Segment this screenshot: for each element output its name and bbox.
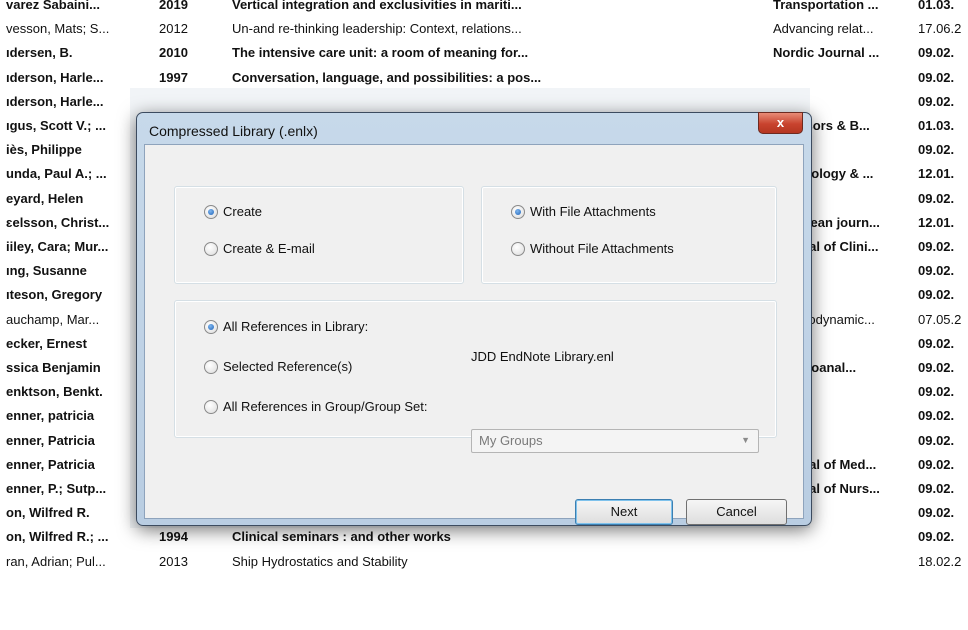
title-cell: Vertical integration and exclusivities i…: [232, 0, 522, 12]
radio-icon: [204, 400, 218, 414]
title-cell: Clinical seminars : and other works: [232, 529, 451, 545]
dialog-title: Compressed Library (.enlx): [149, 123, 318, 139]
date-cell: 09.02.: [918, 263, 955, 279]
chevron-down-icon: ▼: [741, 435, 750, 445]
table-row[interactable]: vesson, Mats; S... 2012 Un-and re-thinking…: [0, 17, 968, 41]
date-cell: 09.02.: [918, 408, 955, 424]
year-cell: 1997: [159, 69, 188, 85]
selected-references-label: Selected Reference(s): [223, 359, 353, 374]
radio-icon: [204, 360, 218, 374]
date-cell: 09.02.: [918, 69, 955, 85]
library-name: JDD EndNote Library.enl: [471, 349, 614, 364]
next-button[interactable]: Next: [575, 499, 673, 525]
date-cell: 18.02.2: [918, 553, 962, 569]
date-cell: 09.02.: [918, 432, 955, 448]
with-attachments-label: With File Attachments: [530, 204, 656, 219]
radio-selected-icon: [204, 320, 218, 334]
date-cell: 01.03.: [918, 0, 955, 12]
title-cell: Ship Hydrostatics and Stability: [232, 553, 408, 569]
date-cell: 17.06.2: [918, 21, 962, 37]
table-row[interactable]: ran, Adrian; Pul... 2013 Ship Hydrostatics…: [0, 550, 968, 574]
date-cell: 09.02.: [918, 239, 955, 254]
date-cell: 09.02.: [918, 287, 955, 303]
dialog-body: Create Create & E-mail With File Attachm…: [144, 144, 804, 525]
author-cell: ran, Adrian; Pul...: [6, 553, 106, 569]
radio-selected-icon: [204, 205, 218, 219]
year-cell: 2013: [159, 553, 188, 569]
date-cell: 07.05.2: [918, 311, 962, 327]
date-cell: 09.02.: [918, 360, 955, 375]
table-row[interactable]: ıderson, Harle... 1997 Conversation, langu…: [0, 66, 968, 90]
group-select[interactable]: My Groups ▼: [471, 429, 759, 453]
author-cell: on, Wilfred R.; ...: [6, 529, 109, 545]
author-cell: ıderson, Harle...: [6, 69, 104, 85]
date-cell: 09.02.: [918, 456, 955, 472]
title-cell: The intensive care unit: a room of meani…: [232, 45, 529, 61]
table-row[interactable]: varez Sabaini... 2019 Vertical integration…: [0, 0, 968, 17]
date-cell: 09.02.: [918, 481, 955, 496]
date-cell: 12.01.: [918, 166, 955, 182]
date-cell: 09.02.: [918, 505, 955, 521]
cancel-button[interactable]: Cancel: [686, 499, 787, 525]
radio-icon: [204, 242, 218, 256]
reference-scope-group: All References in Library: Selected Refe…: [174, 300, 777, 438]
date-cell: 09.02.: [918, 384, 955, 400]
journal-cell: Nordic Journal ...: [773, 45, 880, 61]
date-cell: 12.01.: [918, 214, 955, 230]
group-select-value: My Groups: [479, 433, 543, 448]
year-cell: 2019: [159, 0, 188, 12]
date-cell: 09.02.: [918, 190, 955, 206]
close-button[interactable]: x: [758, 112, 803, 134]
title-cell: Un-and re-thinking leadership: Context, …: [232, 21, 522, 37]
year-cell: 2012: [159, 21, 188, 37]
group-references-label: All References in Group/Group Set:: [223, 399, 428, 414]
journal-cell: Transportation ...: [773, 0, 879, 12]
year-cell: 2010: [159, 45, 188, 61]
author-cell: vesson, Mats; S...: [6, 21, 110, 37]
date-cell: 09.02.: [918, 45, 955, 61]
year-cell: 1994: [159, 529, 188, 545]
attachment-options-group: With File Attachments Without File Attac…: [481, 186, 777, 284]
table-row[interactable]: ıdersen, B. 2010 The intensive care unit: …: [0, 41, 968, 65]
date-cell: 09.02.: [918, 142, 955, 158]
date-cell: 09.02.: [918, 93, 955, 109]
radio-icon: [511, 242, 525, 256]
date-cell: 01.03.: [918, 118, 955, 133]
create-label: Create: [223, 204, 263, 219]
create-options-group: Create Create & E-mail: [174, 186, 464, 284]
date-cell: 09.02.: [918, 335, 955, 351]
author-cell: varez Sabaini...: [6, 0, 100, 12]
journal-cell: Advancing relat...: [773, 21, 874, 37]
author-cell: ıdersen, B.: [6, 45, 73, 61]
table-row[interactable]: on, Wilfred R.; ... 1994 Clinical seminars…: [0, 525, 968, 549]
date-cell: 09.02.: [918, 529, 955, 545]
all-references-label: All References in Library:: [223, 319, 369, 334]
create-email-label: Create & E-mail: [223, 241, 315, 256]
title-cell: Conversation, language, and possibilitie…: [232, 69, 542, 85]
without-attachments-label: Without File Attachments: [530, 241, 674, 256]
compressed-library-dialog: Compressed Library (.enlx) x Create Crea…: [136, 112, 812, 526]
radio-selected-icon: [511, 205, 525, 219]
